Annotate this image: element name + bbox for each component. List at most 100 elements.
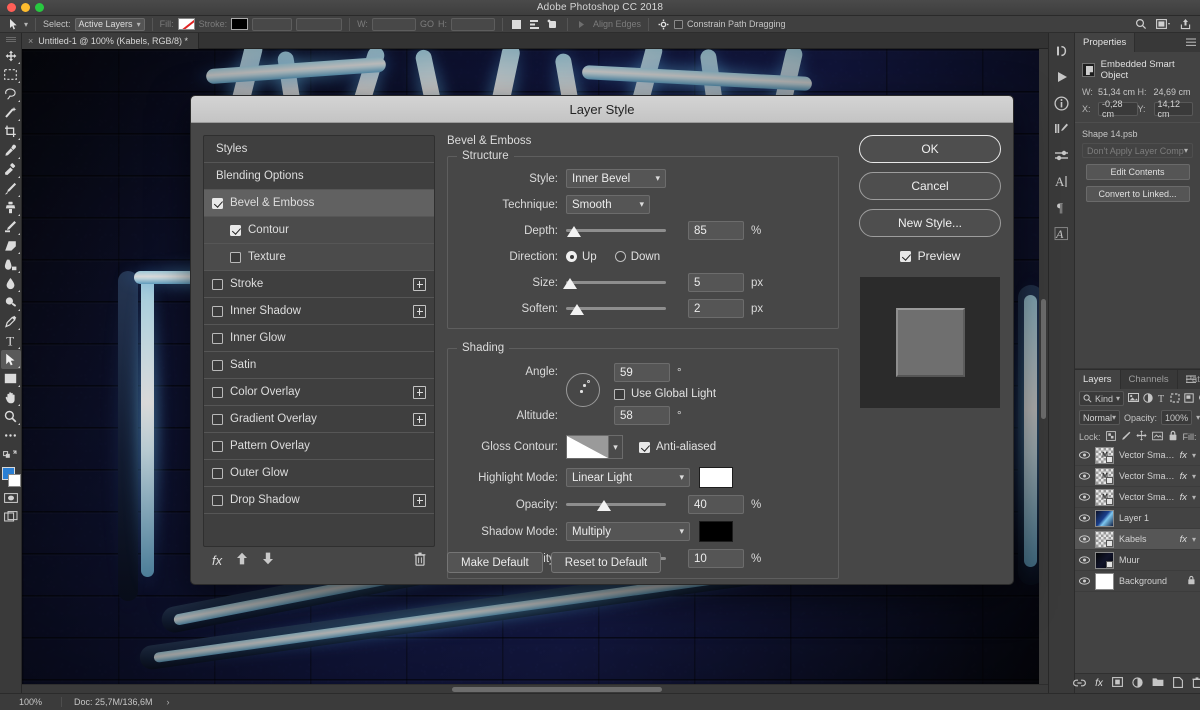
layer-filter-dropdown[interactable]: Kind ▾ [1079, 391, 1125, 406]
lock-image-pixels-icon[interactable] [1121, 431, 1131, 443]
edit-toolbar-button[interactable] [1, 426, 21, 445]
spot-healing-brush-tool[interactable] [1, 160, 21, 179]
ok-button[interactable]: OK [859, 135, 1001, 163]
layer-effects-indicator[interactable]: fx [1180, 492, 1187, 503]
fx-icon[interactable]: fx [212, 553, 222, 568]
layer-thumbnail[interactable]: M [1095, 446, 1114, 464]
default-colors-swap-icon[interactable] [1, 445, 21, 464]
styles-list-item-bevel-emboss[interactable]: Bevel & Emboss [204, 190, 434, 217]
clone-stamp-tool[interactable] [1, 198, 21, 217]
delete-layer-icon[interactable] [1192, 676, 1200, 691]
new-layer-icon[interactable] [1172, 676, 1183, 691]
panel-menu-icon[interactable] [1186, 38, 1196, 47]
screen-mode-toggle[interactable] [1, 507, 21, 526]
add-effect-icon[interactable] [413, 412, 426, 426]
layer-row[interactable]: Kabels fx ▾ [1075, 529, 1200, 550]
style-checkbox[interactable] [230, 224, 241, 236]
crop-tool[interactable] [1, 122, 21, 141]
styles-list-item-stroke[interactable]: Stroke [204, 271, 434, 298]
style-checkbox[interactable] [212, 386, 223, 398]
magic-wand-tool[interactable] [1, 103, 21, 122]
style-checkbox[interactable] [212, 494, 223, 506]
document-tab[interactable]: × Untitled-1 @ 100% (Kabels, RGB/8) * [22, 32, 199, 49]
add-effect-icon[interactable] [413, 304, 426, 318]
size-input[interactable]: 5 [688, 273, 744, 292]
lock-all-icon[interactable] [1168, 430, 1178, 443]
direction-up-radio[interactable]: Up [566, 251, 597, 263]
layer-effects-indicator[interactable]: fx [1180, 534, 1187, 545]
edit-contents-button[interactable]: Edit Contents [1085, 164, 1190, 180]
styles-list-item-blending-options[interactable]: Blending Options [204, 163, 434, 190]
brush-settings-panel-icon[interactable] [1051, 117, 1073, 141]
panel-menu-icon[interactable] [1186, 375, 1196, 384]
hand-tool[interactable] [1, 388, 21, 407]
stroke-width-field[interactable] [252, 17, 293, 31]
styles-list-item-gradient-overlay[interactable]: Gradient Overlay [204, 406, 434, 433]
layer-row[interactable]: M Vector Smart Object fx ▾ [1075, 487, 1200, 508]
reset-to-default-button[interactable]: Reset to Default [550, 552, 662, 573]
info-panel-icon[interactable] [1051, 91, 1073, 115]
tab-channels[interactable]: Channels [1120, 370, 1178, 389]
constrain-path-dragging-checkbox[interactable] [674, 19, 683, 29]
type-tool[interactable]: T [1, 331, 21, 350]
filter-pixel-icon[interactable] [1128, 393, 1140, 404]
panel-grip[interactable] [5, 37, 16, 43]
styles-list-item-satin[interactable]: Satin [204, 352, 434, 379]
depth-input[interactable]: 85 [688, 221, 744, 240]
zoom-level[interactable]: 100% [0, 697, 62, 707]
style-checkbox[interactable] [212, 278, 223, 290]
add-effect-icon[interactable] [413, 493, 426, 507]
make-default-button[interactable]: Make Default [447, 552, 543, 573]
style-checkbox[interactable] [212, 305, 223, 317]
new-adjustment-layer-icon[interactable] [1132, 676, 1143, 691]
styles-list-item-drop-shadow[interactable]: Drop Shadow [204, 487, 434, 514]
shadow-color-swatch[interactable] [699, 521, 733, 542]
move-tool-icon[interactable] [6, 17, 20, 31]
shadow-mode-dropdown[interactable]: Multiply ▾ [566, 522, 690, 541]
lock-artboard-nesting-icon[interactable] [1151, 431, 1163, 443]
layer-row[interactable]: Layer 1 [1075, 508, 1200, 529]
layer-thumbnail[interactable]: M [1095, 488, 1114, 506]
dodge-tool[interactable] [1, 293, 21, 312]
styles-list-item-inner-shadow[interactable]: Inner Shadow [204, 298, 434, 325]
filter-type-icon[interactable]: T [1157, 393, 1166, 405]
soften-input[interactable]: 2 [688, 299, 744, 318]
gradient-tool[interactable] [1, 255, 21, 274]
rectangle-shape-tool[interactable] [1, 369, 21, 388]
layer-effects-indicator[interactable]: fx [1180, 450, 1187, 461]
light-angle-dial[interactable] [566, 373, 600, 407]
layer-effects-chevron-icon[interactable]: ▾ [1192, 493, 1196, 502]
highlight-opacity-input[interactable]: 40 [688, 495, 744, 514]
slider-handle[interactable] [567, 226, 581, 237]
tool-preset-chevron-icon[interactable]: ▾ [24, 20, 28, 29]
layer-comp-dropdown[interactable]: Don't Apply Layer Comp ▾ [1082, 143, 1193, 158]
foreground-background-color[interactable] [1, 467, 21, 488]
delete-effect-icon[interactable] [414, 552, 426, 569]
gear-icon[interactable] [656, 17, 670, 31]
layer-row[interactable]: M Vector Smart Object c... fx ▾ [1075, 445, 1200, 466]
layer-visibility-icon[interactable] [1079, 472, 1090, 480]
path-alignment-icon[interactable] [528, 17, 542, 31]
move-effect-up-icon[interactable] [236, 552, 248, 568]
styles-list[interactable]: Styles Blending Options Bevel & Emboss C… [203, 135, 435, 547]
anti-aliased-checkbox[interactable] [639, 441, 650, 453]
lock-transparent-pixels-icon[interactable] [1105, 430, 1116, 443]
workspace-switcher-icon[interactable] [1156, 17, 1170, 31]
filter-adjustment-icon[interactable] [1143, 392, 1153, 405]
adjustments-panel-icon[interactable] [1051, 143, 1073, 167]
pen-tool[interactable] [1, 312, 21, 331]
layer-effects-chevron-icon[interactable]: ▾ [1192, 535, 1196, 544]
preview-checkbox[interactable] [899, 250, 911, 262]
rectangular-marquee-tool[interactable] [1, 65, 21, 84]
height-field[interactable] [450, 17, 495, 31]
use-global-light-row[interactable]: Use Global Light [614, 388, 716, 400]
size-slider[interactable] [563, 273, 666, 292]
lock-position-icon[interactable] [1135, 430, 1147, 443]
history-brush-tool[interactable] [1, 217, 21, 236]
layer-effects-chevron-icon[interactable]: ▾ [1192, 472, 1196, 481]
scrollbar-thumb[interactable] [452, 687, 662, 692]
eyedropper-tool[interactable] [1, 141, 21, 160]
layer-visibility-icon[interactable] [1079, 493, 1090, 501]
stroke-style-field[interactable] [296, 17, 343, 31]
styles-list-item-contour[interactable]: Contour [204, 217, 434, 244]
